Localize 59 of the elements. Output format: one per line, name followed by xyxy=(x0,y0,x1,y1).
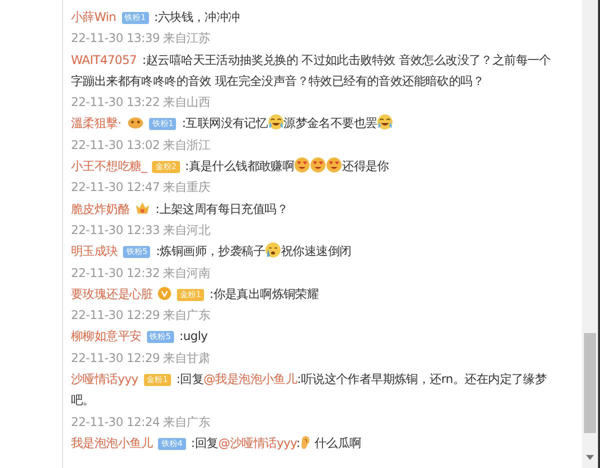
mention-link[interactable]: @我是泡泡小鱼儿 xyxy=(204,372,298,386)
fan-badge: 铁粉1 xyxy=(122,12,149,24)
ear-icon xyxy=(300,434,311,450)
comment-text: 什么瓜啊 xyxy=(313,436,362,450)
username-link[interactable]: 小王不想吃糖_ xyxy=(71,159,147,174)
heart-eyes-face-icon xyxy=(326,157,342,174)
comment-time: 22-11-30 12:47 来自重庆 xyxy=(71,180,210,194)
comment-text: :真是什么钱都敢赚啊 xyxy=(185,159,294,174)
heart-eyes-face-icon xyxy=(310,157,326,174)
verified-icon xyxy=(158,286,172,300)
username-link[interactable]: 要玫瑰还是心脏 xyxy=(71,286,153,301)
scrollbar[interactable] xyxy=(582,0,598,468)
username-link[interactable]: 明玉成玦 xyxy=(71,244,118,258)
fan-badge: 金粉1 xyxy=(144,374,171,386)
fan-badge: 铁粉5 xyxy=(123,246,150,258)
comment-text: :ugly xyxy=(179,329,208,344)
comment-text: :你是真出啊炼铜荣耀 xyxy=(210,286,319,301)
comment-text: : xyxy=(296,436,300,450)
comment-text: 字蹦出来都有咚咚咚的音效 现在完全没声音？特效已经有的音效还能暗砍的吗？ xyxy=(71,72,486,90)
fan-badge: 铁粉1 xyxy=(149,118,176,130)
laughing-face-icon xyxy=(268,114,284,130)
comment-text: :六块钱，冲冲冲 xyxy=(154,10,240,24)
comment-text: :炼铜画师，抄袭稿子 xyxy=(156,244,265,258)
comment-time: 22-11-30 12:33 来自河北 xyxy=(71,222,210,237)
comment-time: 22-11-30 12:29 来自甘肃 xyxy=(71,350,210,365)
comment-text: :赵云嘻哈天王活动抽奖兑换的 不过如此击败特效 音效怎么改没了？之前每一个 xyxy=(142,52,551,67)
crown-icon xyxy=(135,200,150,215)
username-link[interactable]: WAIT47057 xyxy=(71,52,137,67)
scroll-down-icon[interactable] xyxy=(586,455,594,460)
scrollbar-thumb[interactable] xyxy=(584,333,596,433)
fan-badge: 铁粉5 xyxy=(146,331,174,344)
comment-time: 22-11-30 12:32 来自河南 xyxy=(71,266,210,280)
comment-text: :听说这个作者早期炼铜，还rn。还在内定了缘梦 xyxy=(297,372,547,386)
fan-badge: 铁粉4 xyxy=(158,438,186,450)
comment-text: :互联网没有记忆 xyxy=(182,116,268,130)
comment-text: :回复 xyxy=(191,436,218,450)
username-link[interactable]: 沙哑情话yyy xyxy=(71,372,138,386)
comment-time: 22-11-30 13:22 来自山西 xyxy=(71,95,210,110)
comment-time: 22-11-30 13:02 来自浙江 xyxy=(71,138,210,152)
heart-eyes-face-icon xyxy=(294,157,310,174)
comment-time: 22-11-30 12:24 来自广东 xyxy=(71,414,210,429)
username-link[interactable]: 溫柔狙擊· xyxy=(71,116,122,130)
comment-text: 源梦金名不要也罢 xyxy=(284,116,378,130)
comment-text: 还得是你 xyxy=(342,159,389,174)
comment-text: :回复 xyxy=(176,372,204,386)
comment-text: :上架这周有每日充值吗？ xyxy=(156,202,288,216)
comment-text: 吧。 xyxy=(71,392,96,410)
comment-time: 22-11-30 13:39 来自江苏 xyxy=(71,31,210,46)
comment-time: 22-11-30 12:29 来自广东 xyxy=(71,308,210,322)
comment-text: 祝你速速倒闭 xyxy=(280,244,352,258)
username-link[interactable]: 柳柳如意平安 xyxy=(71,329,142,344)
username-link[interactable]: 脆皮炸奶酪 xyxy=(71,202,130,216)
username-link[interactable]: 小薛Win xyxy=(71,10,116,24)
laughing-face-icon xyxy=(377,114,394,130)
username-link[interactable]: 我是泡泡小鱼儿 xyxy=(71,436,153,450)
fan-badge: 金粉1 xyxy=(176,288,204,301)
mention-link[interactable]: @沙哑情话yyy xyxy=(218,436,296,450)
crying-face-icon xyxy=(264,242,281,258)
fan-badge: 金粉2 xyxy=(152,161,180,174)
